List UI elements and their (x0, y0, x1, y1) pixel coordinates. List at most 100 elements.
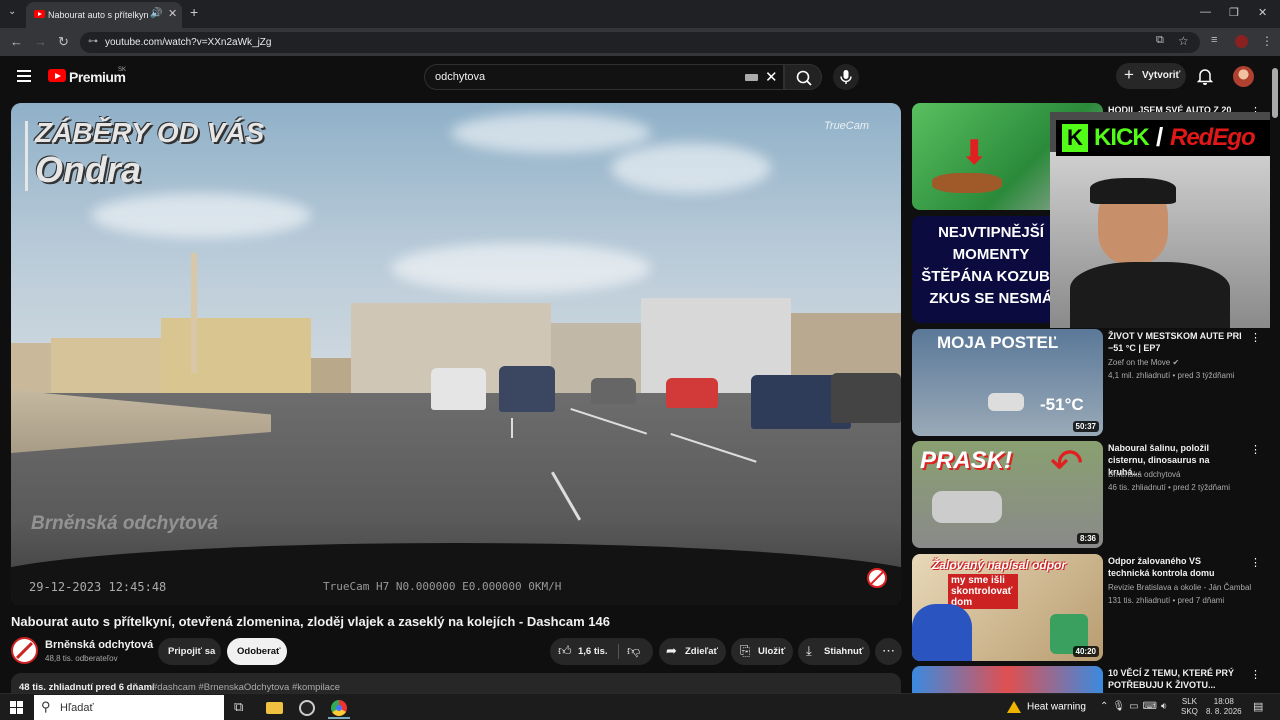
windows-taskbar: ⚲ Hľadať ⧉ Heat warning ⌃🎙︎▭⌨🔉︎ SLK SKQ 1… (0, 693, 1280, 720)
obs-icon[interactable] (296, 697, 318, 719)
more-actions-button[interactable]: ⋯ (875, 638, 902, 665)
minimize-button[interactable]: — (1200, 6, 1211, 18)
like-count[interactable]: 1,6 tis. (578, 646, 608, 657)
share-icon: ➦ (666, 643, 677, 658)
recommendation-title[interactable]: ŽIVOT V MESTSKOM AUTE PRI −51 °C | EP7 (1108, 330, 1243, 354)
recommendation-title[interactable]: Odpor žalovaného VS technická kontrola d… (1108, 555, 1243, 579)
share-button[interactable]: ➦ Zdieľať (659, 638, 726, 665)
battery-icon[interactable]: ▭ (1129, 701, 1142, 712)
new-tab-icon[interactable]: + (190, 4, 198, 20)
recommendation-menu-icon[interactable]: ⋮ (1250, 443, 1261, 456)
notifications-icon[interactable]: ▤ (1253, 700, 1263, 713)
share-label: Zdieľať (685, 646, 719, 657)
heat-warning-widget[interactable]: Heat warning (1007, 701, 1086, 713)
video-duration: 50:37 (1072, 421, 1099, 432)
notifications-bell-icon[interactable] (1197, 67, 1213, 85)
voice-search-button[interactable] (833, 64, 859, 90)
red-arrow-icon: ↶ (1050, 442, 1084, 486)
truecam-logo: TrueCam (824, 120, 870, 132)
recommendation-channel[interactable]: Zoef on the Move ✔ (1108, 358, 1179, 367)
recommendation-channel[interactable]: Brněnská odchytová (1108, 470, 1181, 479)
youtube-logo-icon[interactable] (48, 69, 66, 82)
like-dislike-group: 👍︎ 1,6 tis. 👎︎ (550, 638, 653, 665)
recommendation-title[interactable]: 10 VĚCÍ Z TEMU, KTERÉ PRÝ POTŘEBUJU K ŽI… (1108, 667, 1243, 691)
task-view-icon[interactable]: ⧉ (232, 697, 254, 719)
clear-search-icon[interactable]: ✕ (765, 68, 778, 86)
thumbnail-text: NEJVTIPNĚJŠÍ MOMENTY ŠTĚPÁNA KOZUBA ZKUS… (921, 224, 1061, 307)
install-app-icon[interactable]: ⧉ (1156, 34, 1164, 47)
search-button[interactable] (784, 64, 822, 90)
volume-icon[interactable]: 🔉︎ (1161, 701, 1171, 712)
subscribe-label: Odoberať (237, 646, 281, 657)
tab-title: Nabourat auto s přítelkyní, (48, 10, 148, 20)
input-language[interactable]: SLK SKQ (1181, 697, 1198, 717)
video-timestamp: 29-12-2023 12:45:48 (29, 580, 167, 594)
tab-close-icon[interactable]: ✕ (168, 7, 177, 20)
subscribe-button[interactable]: Odoberať (227, 638, 287, 665)
tab-list-icon[interactable]: ⌄ (8, 6, 16, 17)
overlay-caption: ZÁBĚRY OD VÁS (35, 117, 265, 148)
site-info-icon[interactable]: ⊶ (88, 36, 98, 47)
speaker-icon[interactable]: 🔊 (150, 8, 162, 19)
recommendation-meta: 4,1 mil. zhliadnutí • pred 3 týždňami (1108, 371, 1235, 380)
url-field[interactable]: ⊶ youtube.com/watch?v=XXn2aWk_jZg (80, 32, 1200, 53)
like-icon[interactable]: 👍︎ (558, 643, 572, 659)
chevron-up-icon[interactable]: ⌃ (1100, 701, 1112, 712)
channel-branding-icon[interactable] (867, 568, 887, 588)
account-avatar[interactable] (1233, 66, 1254, 87)
mic-tray-icon[interactable]: 🎙︎ (1112, 701, 1129, 712)
browser-tab[interactable]: Nabourat auto s přítelkyní, 🔊 ✕ (26, 2, 182, 28)
close-window-button[interactable]: ✕ (1258, 6, 1267, 19)
windows-start-icon[interactable] (10, 701, 23, 714)
dislike-icon[interactable]: 👎︎ (627, 643, 640, 659)
recommendation-channel[interactable]: Revizie Bratislava a okolie - Ján Čambal (1108, 583, 1251, 592)
join-label: Pripojiť sa (168, 646, 216, 657)
hamburger-menu-icon[interactable] (17, 70, 31, 82)
network-icon[interactable]: ⌨ (1143, 701, 1161, 712)
video-car (666, 378, 718, 408)
redego-wordmark: RedEgo (1170, 124, 1256, 151)
reload-icon[interactable]: ↻ (58, 34, 69, 50)
create-button[interactable]: + Vytvoriť (1116, 63, 1186, 89)
recommendation-menu-icon[interactable]: ⋮ (1250, 668, 1261, 681)
recommendation-thumbnail[interactable]: PRASK! ↶ 8:36 (912, 441, 1103, 548)
keyboard-icon[interactable] (745, 74, 758, 81)
channel-avatar[interactable] (11, 637, 38, 664)
video-duration: 8:36 (1076, 533, 1099, 544)
video-player[interactable]: ZÁBĚRY OD VÁS Ondra TrueCam Brněnská odc… (11, 103, 901, 605)
clock[interactable]: 18:08 8. 8. 2026 (1206, 697, 1242, 717)
browser-menu-icon[interactable]: ⋮ (1261, 34, 1273, 48)
recommendation-thumbnail[interactable]: Žalovaný napísal odpor my sme išli skont… (912, 554, 1103, 661)
chrome-icon[interactable] (328, 697, 350, 719)
restore-button[interactable]: ❐ (1229, 6, 1239, 19)
search-input[interactable]: odchytova ✕ (424, 64, 784, 90)
channel-name[interactable]: Brněnská odchytová (45, 639, 153, 651)
download-button[interactable]: ⤓ Stiahnuť (798, 638, 870, 665)
thumbnail-text: MOJA POSTEĽ (937, 333, 1059, 352)
system-tray[interactable]: ⌃🎙︎▭⌨🔉︎ (1100, 701, 1171, 712)
recommendation-thumbnail[interactable] (912, 666, 1103, 693)
back-icon[interactable]: ← (10, 34, 23, 49)
address-bar-row: ← → ↻ ⊶ youtube.com/watch?v=XXn2aWk_jZg … (0, 28, 1280, 56)
forward-icon[interactable]: → (34, 34, 47, 49)
download-icon: ⤓ (806, 643, 812, 658)
file-explorer-icon[interactable] (264, 697, 286, 719)
profile-avatar-icon[interactable] (1235, 35, 1248, 48)
search-icon: ⚲ (41, 699, 51, 714)
media-control-icon[interactable]: ≡ (1211, 34, 1217, 46)
youtube-premium-wordmark[interactable]: Premium (69, 69, 126, 85)
recommendation-thumbnail[interactable]: MOJA POSTEĽ -51°C 50:37 (912, 329, 1103, 436)
kick-wordmark: KICK (1094, 124, 1150, 151)
recommendation-menu-icon[interactable]: ⋮ (1250, 331, 1261, 344)
video-duration: 40:20 (1072, 646, 1099, 657)
subscriber-count: 48,8 tis. odberateľov (45, 654, 118, 663)
join-button[interactable]: Pripojiť sa (158, 638, 221, 665)
recommendation-menu-icon[interactable]: ⋮ (1250, 556, 1261, 569)
taskbar-search-input[interactable]: ⚲ Hľadať (34, 695, 224, 720)
hashtags[interactable]: #dashcam #BrnenskaOdchytova #kompilace (152, 682, 340, 693)
bookmark-star-icon[interactable]: ☆ (1178, 34, 1189, 48)
save-button[interactable]: ⎘ Uložiť (731, 638, 793, 665)
banner-slash: / (1156, 122, 1164, 152)
page-scrollbar[interactable] (1270, 56, 1280, 693)
thumbnail-text: my sme išli skontrolovať dom (948, 574, 1018, 609)
